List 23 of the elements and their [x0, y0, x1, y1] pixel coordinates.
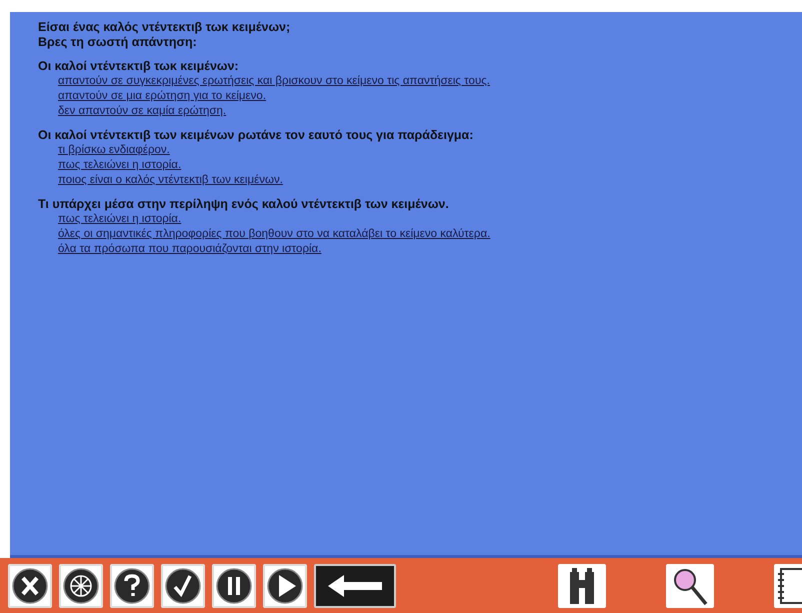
answer-link[interactable]: ποιος είναι ο καλός ντέντεκτιβ των κειμένων. [58, 173, 283, 188]
answer-link[interactable]: τι βρίσκω ενδιαφέρον. [58, 143, 170, 158]
search-button[interactable] [666, 564, 714, 608]
answer-link[interactable]: απαντούν σε συγκεκριμένες ερωτήσεις και βρισκουν στο κείμενο τις απαντήσεις τους. [58, 74, 490, 89]
answer-link[interactable]: όλες οι σημαντικές πληροφορίες που βοηθουν στο να καταλάβει το κείμενο καλύτερα. [58, 227, 490, 242]
answer-link[interactable]: απαντούν σε μια ερώτηση για το κείμενο. [58, 89, 266, 104]
play-button[interactable] [263, 564, 307, 608]
question-text: Οι καλοί ντέντεκτιβ τωκ κειμένων: [38, 58, 239, 74]
title-text: Είσαι ένας καλός ντέντεκτιβ τωκ κειμένων; [38, 20, 292, 35]
question-text: Τι υπάρχει μέσα στην περίληψη ενός καλού ντέντεκτιβ των κειμένων. [38, 196, 449, 212]
binoculars-button[interactable] [558, 564, 606, 608]
check-button[interactable] [161, 564, 205, 608]
pause-button[interactable] [212, 564, 256, 608]
back-button[interactable] [314, 564, 396, 608]
answer-link[interactable]: όλα τα πρόσωπα που παρουσιάζονται στην ιστορία. [58, 242, 322, 257]
answer-link[interactable]: πως τελειώνει η ιστορία. [58, 158, 182, 173]
title-text: Βρες τη σωστή απάντηση: [38, 35, 198, 50]
close-button[interactable] [8, 564, 52, 608]
answer-link[interactable]: δεν απαντούν σε καμία ερώτηση. [58, 104, 226, 119]
help-button[interactable] [110, 564, 154, 608]
answer-link[interactable]: πως τελειώνει η ιστορία. [58, 212, 182, 227]
question-text: Οι καλοί ντέντεκτιβ των κειμένων ρωτάνε τον εαυτό τους για παράδειγμα: [38, 127, 474, 143]
wheel-button[interactable] [59, 564, 103, 608]
